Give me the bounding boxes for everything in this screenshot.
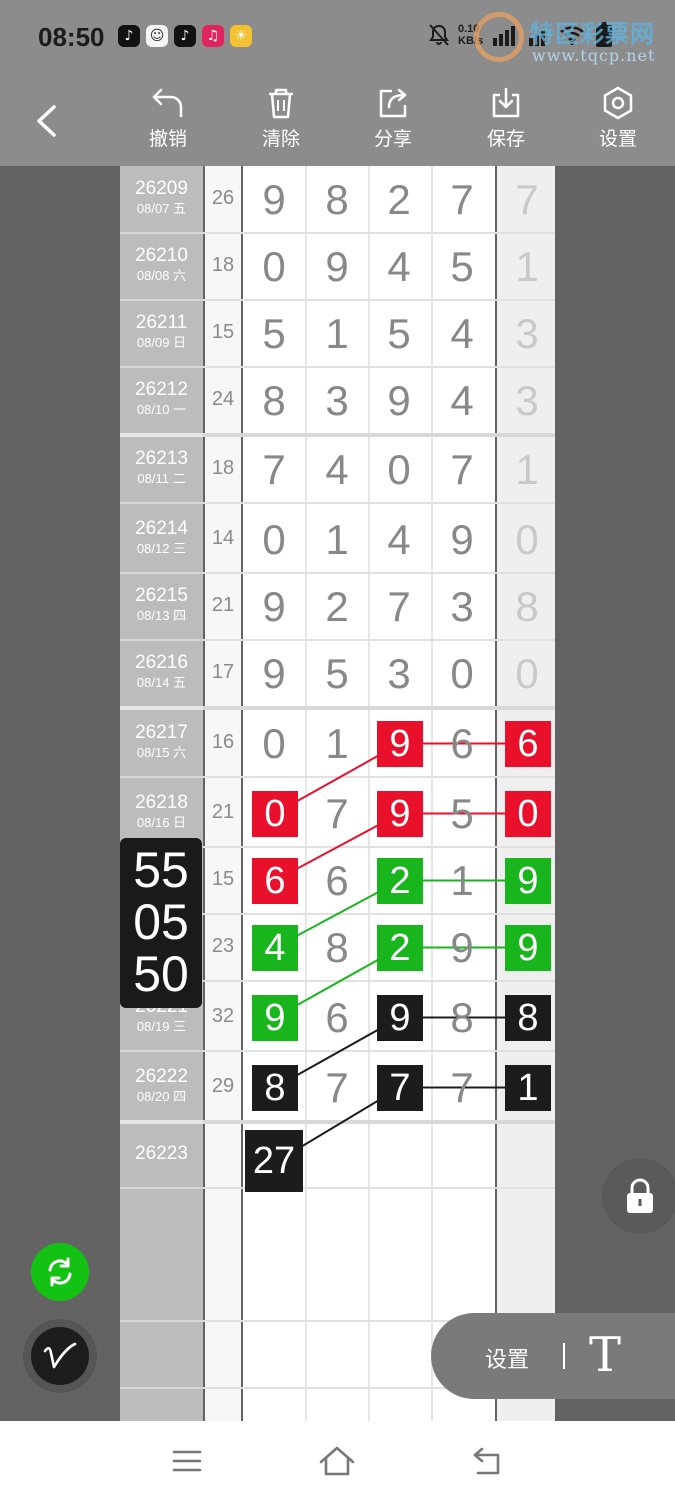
issue-date: 08/16 日 bbox=[136, 815, 187, 830]
highlighted-digit[interactable]: 6 bbox=[505, 720, 551, 767]
menu-button[interactable] bbox=[162, 1439, 212, 1483]
home-button[interactable] bbox=[312, 1439, 362, 1483]
watermark-url: www.tqcp.net bbox=[532, 46, 656, 65]
menu-icon bbox=[172, 1450, 202, 1472]
highlighted-digit[interactable]: 8 bbox=[252, 1064, 298, 1111]
highlighted-digit[interactable]: 4 bbox=[252, 924, 298, 971]
digit-cell[interactable]: 1 bbox=[434, 856, 490, 906]
settings-label: 设置 bbox=[598, 128, 637, 150]
overlay-number: 50 bbox=[133, 946, 189, 1002]
highlighted-digit[interactable]: 0 bbox=[505, 790, 551, 837]
gear-icon bbox=[603, 86, 633, 120]
highlighted-digit[interactable]: 8 bbox=[505, 994, 551, 1041]
mute-icon bbox=[429, 24, 449, 46]
text-settings-button[interactable]: 设置 bbox=[485, 1342, 529, 1374]
home-icon bbox=[319, 1446, 355, 1476]
digit-cell[interactable]: 7 bbox=[309, 789, 365, 839]
undo-icon bbox=[152, 88, 183, 118]
clear-button[interactable]: 清除 bbox=[246, 86, 316, 160]
highlighted-digit[interactable]: 9 bbox=[252, 994, 298, 1041]
text-tool-panel: 设置 T bbox=[431, 1313, 675, 1399]
highlighted-digit[interactable]: 0 bbox=[252, 790, 298, 837]
digit-cell[interactable]: 5 bbox=[434, 789, 490, 839]
overlay-number: 05 bbox=[133, 894, 189, 950]
nav-bar bbox=[0, 1421, 675, 1500]
save-label: 保存 bbox=[486, 128, 525, 150]
issue-number: 26218 bbox=[135, 792, 188, 813]
digit-cell[interactable]: 8 bbox=[309, 923, 365, 973]
lock-button[interactable] bbox=[602, 1158, 675, 1234]
tiktok-icon: ♪ bbox=[174, 25, 196, 47]
highlighted-digit[interactable]: 2 bbox=[377, 857, 423, 904]
tiktok-icon: ♪ bbox=[118, 25, 140, 47]
digit-cell[interactable]: 8 bbox=[434, 993, 490, 1043]
sum-value: 32 bbox=[211, 1005, 235, 1027]
back-button[interactable] bbox=[26, 96, 66, 146]
sum-value: 15 bbox=[211, 868, 235, 890]
highlighted-digit[interactable]: 9 bbox=[377, 790, 423, 837]
save-button[interactable]: 保存 bbox=[471, 86, 541, 160]
issue-number: 26223 bbox=[135, 1143, 188, 1164]
divider bbox=[563, 1343, 565, 1369]
undo-button[interactable]: 撤销 bbox=[133, 86, 203, 160]
issue-date: 08/19 三 bbox=[136, 1019, 187, 1034]
digit-cell[interactable]: 6 bbox=[309, 993, 365, 1043]
back-nav-icon bbox=[473, 1447, 500, 1475]
clear-label: 清除 bbox=[261, 128, 300, 150]
lock-icon bbox=[627, 1178, 653, 1213]
watermark-text: 特区彩票网 bbox=[530, 20, 655, 48]
sum-value: 23 bbox=[211, 935, 235, 957]
digit-cell[interactable]: 7 bbox=[309, 1063, 365, 1113]
share-button[interactable]: 分享 bbox=[358, 86, 428, 160]
watermark-logo-icon bbox=[474, 12, 524, 62]
digit-cell[interactable]: 7 bbox=[434, 1063, 490, 1113]
highlighted-digit[interactable]: 27 bbox=[245, 1129, 303, 1192]
avatar-app-icon: ☺ bbox=[146, 25, 168, 47]
highlighted-digit[interactable]: 6 bbox=[252, 857, 298, 904]
watermark: 特区彩票网 www.tqcp.net bbox=[474, 6, 674, 70]
sum-value: 21 bbox=[211, 801, 235, 823]
issue-cell: 26218 08/16 日 bbox=[120, 792, 203, 832]
settings-button[interactable]: 设置 bbox=[583, 86, 653, 160]
status-app-icons: ♪ ☺ ♪ ♫ ☀ bbox=[118, 25, 252, 47]
overlay-number: 55 bbox=[133, 842, 189, 898]
highlighted-digit[interactable]: 2 bbox=[377, 924, 423, 971]
screen: { "status_bar": { "time": "08:50", "net_… bbox=[0, 0, 675, 1500]
highlighted-digit[interactable]: 9 bbox=[377, 994, 423, 1041]
highlighted-digit[interactable]: 9 bbox=[505, 924, 551, 971]
draw-grid[interactable]: 26209 08/07 五 26 9 8 2 7 7 26210 08/08 六 18 0 9 4 5 1 26… bbox=[0, 166, 675, 1421]
issue-cell: 26223 bbox=[120, 1143, 203, 1165]
refresh-button[interactable] bbox=[31, 1243, 89, 1301]
toolbar: 撤销 清除 分享 保存 设置 bbox=[0, 76, 675, 166]
music-app-icon: ♫ bbox=[202, 25, 224, 47]
back-nav-button[interactable] bbox=[462, 1439, 512, 1483]
issue-number: 26222 bbox=[135, 1066, 188, 1087]
download-icon bbox=[492, 87, 520, 118]
issue-date: 08/20 四 bbox=[136, 1089, 187, 1104]
digit-cell[interactable]: 6 bbox=[434, 719, 490, 769]
pen-icon bbox=[43, 1342, 77, 1369]
undo-label: 撤销 bbox=[148, 128, 187, 150]
overlay-number-card: 55 05 50 bbox=[120, 838, 202, 1008]
highlighted-digit[interactable]: 9 bbox=[377, 720, 423, 767]
sum-value: 29 bbox=[211, 1075, 235, 1097]
highlighted-digit[interactable]: 9 bbox=[505, 857, 551, 904]
share-label: 分享 bbox=[373, 128, 412, 150]
highlighted-digit[interactable]: 7 bbox=[377, 1064, 423, 1111]
pen-button[interactable] bbox=[23, 1319, 97, 1393]
highlighted-digit[interactable]: 1 bbox=[505, 1064, 551, 1111]
status-time: 08:50 bbox=[38, 22, 105, 52]
digit-cell[interactable]: 9 bbox=[434, 923, 490, 973]
sun-app-icon: ☀ bbox=[230, 25, 252, 47]
trash-icon bbox=[269, 88, 293, 119]
share-icon bbox=[379, 88, 407, 118]
text-tool-icon[interactable]: T bbox=[589, 1327, 621, 1383]
status-bar: 08:50 ♪ ☺ ♪ ♫ ☀ 0.10 KB/s 特区彩票网 www.tqcp… bbox=[0, 0, 675, 76]
chevron-left-icon bbox=[37, 105, 56, 137]
digit-cell[interactable]: 6 bbox=[309, 856, 365, 906]
issue-cell: 26222 08/20 四 bbox=[120, 1066, 203, 1106]
refresh-icon bbox=[48, 1257, 72, 1287]
